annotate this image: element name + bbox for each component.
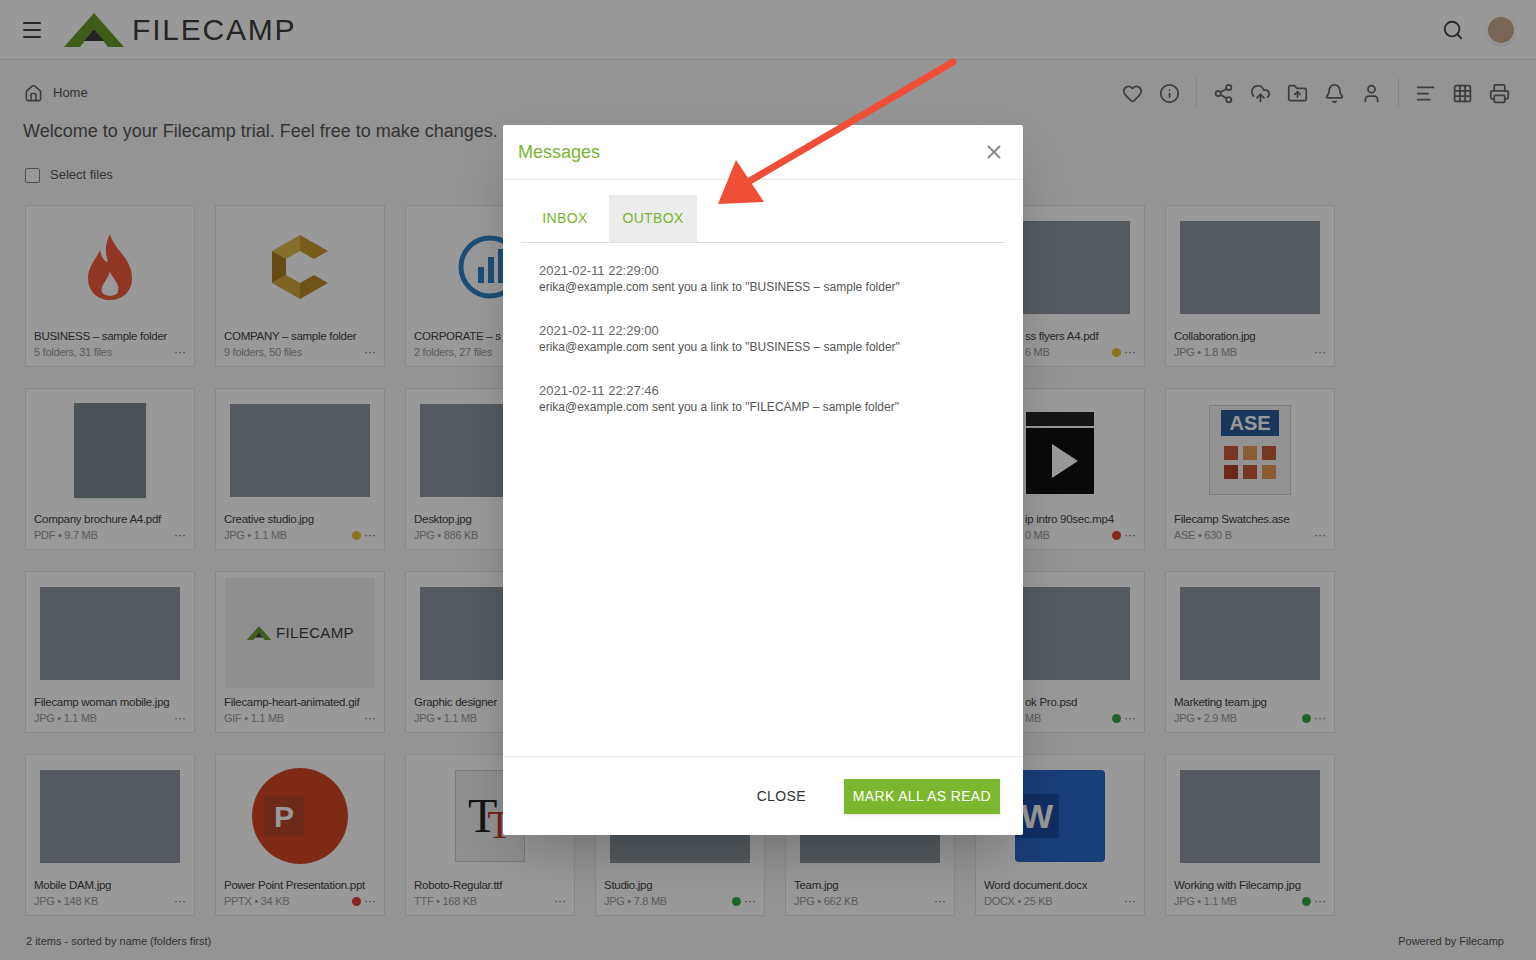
message-time: 2021-02-11 22:29:00 [539,322,987,339]
message-item[interactable]: 2021-02-11 22:29:00erika@example.com sen… [539,262,987,296]
message-item[interactable]: 2021-02-11 22:29:00erika@example.com sen… [539,322,987,356]
message-time: 2021-02-11 22:29:00 [539,262,987,279]
dialog-header: Messages [503,125,1023,180]
message-list: 2021-02-11 22:29:00erika@example.com sen… [503,243,1023,416]
dialog-tab[interactable]: INBOX [521,195,609,242]
dialog-title: Messages [518,139,600,166]
message-text: erika@example.com sent you a link to "BU… [539,339,987,356]
message-item[interactable]: 2021-02-11 22:27:46erika@example.com sen… [539,382,987,416]
dialog-footer: CLOSE MARK ALL AS READ [503,756,1023,835]
dialog-tab[interactable]: OUTBOX [609,195,697,242]
messages-dialog: MessagesINBOXOUTBOX2021-02-11 22:29:00er… [503,125,1023,835]
message-text: erika@example.com sent you a link to "FI… [539,399,987,416]
close-icon[interactable] [983,141,1005,163]
message-time: 2021-02-11 22:27:46 [539,382,987,399]
mark-all-read-button[interactable]: MARK ALL AS READ [844,779,1000,814]
dialog-tabs: INBOXOUTBOX [521,195,1005,243]
close-button[interactable]: CLOSE [743,779,820,814]
message-text: erika@example.com sent you a link to "BU… [539,279,987,296]
app: FILECAMPHomeWelcome to your Filecamp tri… [0,0,1536,960]
